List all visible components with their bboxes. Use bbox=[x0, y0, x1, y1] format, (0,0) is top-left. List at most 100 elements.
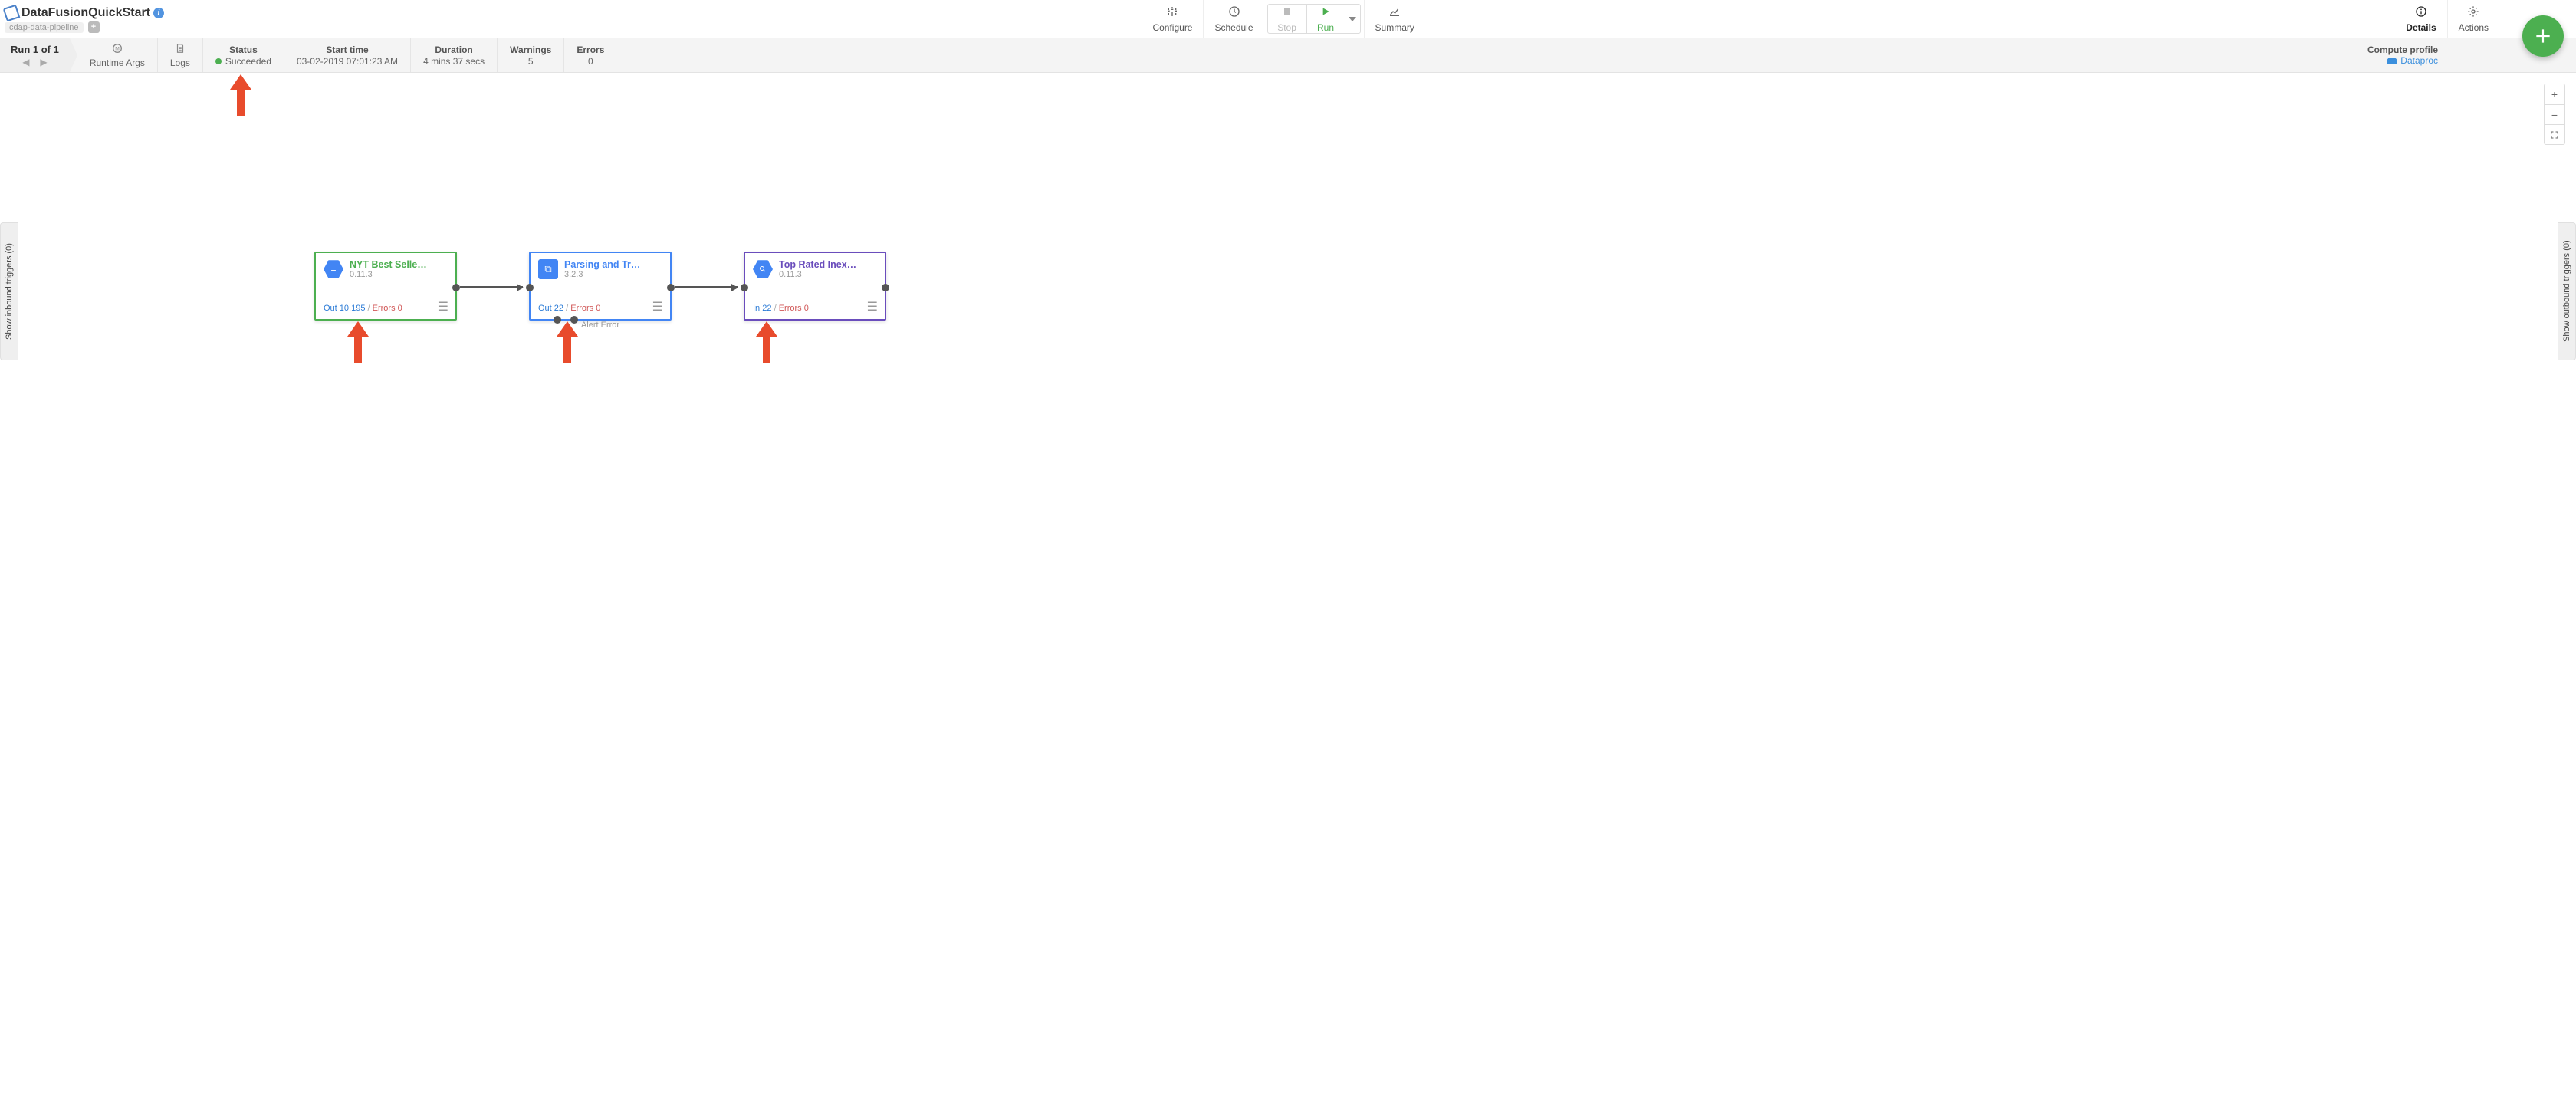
schedule-label: Schedule bbox=[1214, 22, 1253, 33]
bigquery-source-icon: = bbox=[324, 259, 343, 279]
wrangler-icon: ⧉ bbox=[538, 259, 558, 279]
node-title-wrap: Parsing and Tr… 3.2.3 bbox=[564, 259, 640, 279]
compute-profile-label: Compute profile bbox=[2367, 44, 2438, 55]
run-nav: ◀ ▶ bbox=[22, 57, 47, 67]
chart-icon bbox=[1388, 5, 1401, 21]
pipeline-node-source[interactable]: = NYT Best Selle… 0.11.3 Out 10,195 / Er… bbox=[314, 252, 457, 321]
pipeline-title: DataFusionQuickStart bbox=[21, 6, 150, 20]
run-selector: Run 1 of 1 ◀ ▶ bbox=[0, 38, 70, 72]
top-bar: DataFusionQuickStart i cdap-data-pipelin… bbox=[0, 0, 2576, 38]
duration-label: Duration bbox=[435, 44, 472, 55]
pipeline-identity: DataFusionQuickStart i cdap-data-pipelin… bbox=[0, 0, 172, 38]
node-stats: Out 22 / Errors 0 bbox=[538, 304, 600, 313]
gear-icon bbox=[2467, 5, 2479, 21]
node-endpoint-in[interactable] bbox=[741, 284, 748, 291]
node-out-label: Out bbox=[538, 304, 552, 313]
stop-icon bbox=[1281, 5, 1293, 21]
info-icon[interactable]: i bbox=[153, 8, 164, 18]
node-version: 0.11.3 bbox=[779, 270, 856, 279]
node-endpoint-in[interactable] bbox=[526, 284, 534, 291]
duration-block: Duration 4 mins 37 secs bbox=[411, 38, 498, 72]
status-block: Status Succeeded bbox=[203, 38, 284, 72]
connector-2-3 bbox=[675, 286, 738, 288]
inbound-triggers-label: Show inbound triggers (0) bbox=[5, 243, 14, 340]
schedule-button[interactable]: Schedule bbox=[1203, 0, 1263, 38]
play-icon bbox=[1319, 5, 1332, 21]
errors-block: Errors 0 bbox=[564, 38, 616, 72]
stop-button[interactable]: Stop bbox=[1268, 5, 1306, 33]
node-header: = NYT Best Selle… 0.11.3 bbox=[316, 253, 455, 282]
summary-button[interactable]: Summary bbox=[1364, 0, 1425, 38]
start-time-block: Start time 03-02-2019 07:01:23 AM bbox=[284, 38, 411, 72]
status-dot-icon bbox=[215, 58, 222, 64]
status-text: Succeeded bbox=[225, 56, 271, 67]
configure-button[interactable]: Configure bbox=[1142, 0, 1203, 38]
logs-button[interactable]: Logs bbox=[158, 38, 203, 72]
warnings-block: Warnings 5 bbox=[498, 38, 564, 72]
pipeline-canvas[interactable]: + − Show inbound triggers (0) Show outbo… bbox=[0, 73, 2576, 1115]
pipeline-type-tag: cdap-data-pipeline bbox=[5, 22, 84, 33]
node-version: 3.2.3 bbox=[564, 270, 640, 279]
clock-icon bbox=[1228, 5, 1240, 21]
node-title: Top Rated Inex… bbox=[779, 259, 856, 270]
add-pipeline-fab[interactable] bbox=[2522, 15, 2564, 57]
node-menu-button[interactable]: ☰ bbox=[652, 299, 664, 314]
node-title: NYT Best Selle… bbox=[350, 259, 427, 270]
connector-1-2 bbox=[460, 286, 523, 288]
run-next-button[interactable]: ▶ bbox=[40, 57, 47, 67]
run-strip: Run 1 of 1 ◀ ▶ M Runtime Args Logs Statu… bbox=[0, 38, 2576, 73]
node-menu-button[interactable]: ☰ bbox=[867, 299, 879, 314]
compute-profile-block: Compute profile Dataproc bbox=[2367, 44, 2545, 66]
compute-profile-link[interactable]: Dataproc bbox=[2367, 55, 2438, 66]
zoom-controls: + − bbox=[2544, 84, 2565, 145]
node-endpoint-out[interactable] bbox=[882, 284, 889, 291]
summary-label: Summary bbox=[1375, 22, 1414, 33]
sliders-icon bbox=[1166, 5, 1178, 21]
start-time-value: 03-02-2019 07:01:23 AM bbox=[297, 56, 398, 67]
logs-label: Logs bbox=[170, 58, 190, 68]
runtime-args-icon: M bbox=[111, 42, 123, 57]
run-title: Run 1 of 1 bbox=[11, 44, 59, 55]
node-menu-button[interactable]: ☰ bbox=[438, 299, 449, 314]
outbound-triggers-label: Show outbound triggers (0) bbox=[2562, 241, 2571, 343]
zoom-in-button[interactable]: + bbox=[2545, 84, 2564, 104]
node-err-value: 0 bbox=[398, 304, 402, 313]
start-time-label: Start time bbox=[326, 44, 368, 55]
node-endpoint-out[interactable] bbox=[667, 284, 675, 291]
node-err-label: Errors bbox=[779, 304, 802, 313]
run-prev-button[interactable]: ◀ bbox=[22, 57, 29, 67]
details-button[interactable]: Details bbox=[2395, 0, 2446, 38]
chevron-down-icon bbox=[1349, 15, 1356, 23]
node-err-value: 0 bbox=[596, 304, 600, 313]
configure-label: Configure bbox=[1152, 22, 1192, 33]
zoom-out-button[interactable]: − bbox=[2545, 104, 2564, 124]
outbound-triggers-tab[interactable]: Show outbound triggers (0) bbox=[2558, 222, 2576, 360]
svg-text:M: M bbox=[115, 47, 120, 52]
toolbar-right: Details Actions bbox=[2395, 0, 2499, 38]
run-dropdown-caret[interactable] bbox=[1345, 5, 1360, 33]
pipeline-node-sink[interactable]: Top Rated Inex… 0.11.3 In 22 / Errors 0 … bbox=[744, 252, 886, 321]
run-button[interactable]: Run bbox=[1306, 5, 1345, 33]
pipeline-node-transform[interactable]: ⧉ Parsing and Tr… 3.2.3 Out 22 / Errors … bbox=[529, 252, 672, 321]
magnifier-icon bbox=[758, 265, 767, 274]
node-in-value: 22 bbox=[762, 304, 771, 313]
runtime-args-button[interactable]: M Runtime Args bbox=[70, 38, 158, 72]
inbound-triggers-tab[interactable]: Show inbound triggers (0) bbox=[0, 222, 18, 360]
logs-icon bbox=[175, 42, 186, 57]
node-version: 0.11.3 bbox=[350, 270, 427, 279]
plus-icon bbox=[2533, 26, 2553, 46]
runtime-args-label: Runtime Args bbox=[90, 58, 145, 68]
fullscreen-icon bbox=[2550, 130, 2559, 140]
actions-button[interactable]: Actions bbox=[2447, 0, 2499, 38]
stop-label: Stop bbox=[1277, 22, 1296, 33]
zoom-fit-button[interactable] bbox=[2545, 124, 2564, 144]
node-alert-error-label: Alert Error bbox=[581, 321, 619, 330]
details-label: Details bbox=[2406, 22, 2436, 33]
add-tag-button[interactable]: + bbox=[88, 21, 100, 33]
node-title: Parsing and Tr… bbox=[564, 259, 640, 270]
status-label: Status bbox=[229, 44, 258, 55]
warnings-value: 5 bbox=[528, 56, 534, 67]
pipeline-title-row: DataFusionQuickStart i bbox=[5, 6, 164, 20]
node-endpoint-out[interactable] bbox=[452, 284, 460, 291]
node-title-wrap: Top Rated Inex… 0.11.3 bbox=[779, 259, 856, 279]
